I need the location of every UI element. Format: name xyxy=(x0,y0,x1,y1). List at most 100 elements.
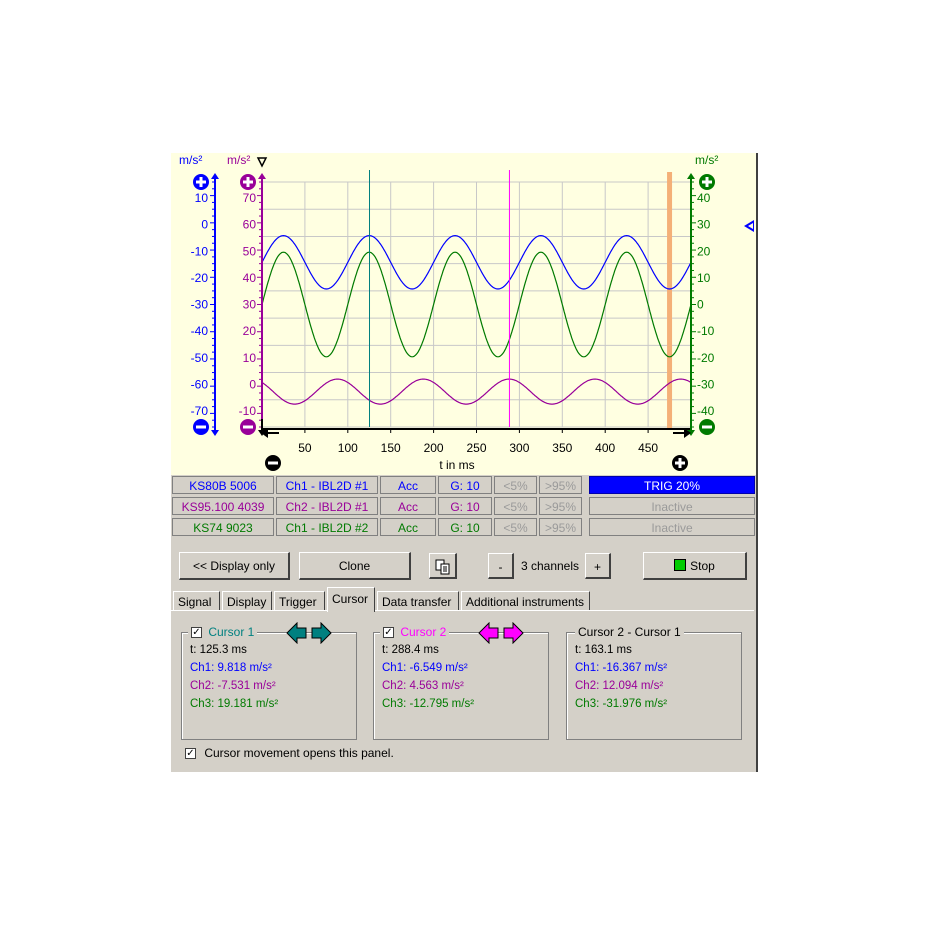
channels-minus-button[interactable]: - xyxy=(488,553,514,579)
y-tick-label: 30 xyxy=(697,218,711,232)
tab-data-transfer[interactable]: Data transfer xyxy=(377,591,459,611)
channel-high-cell[interactable]: >95% xyxy=(539,518,582,536)
channel-gain-cell[interactable]: G: 10 xyxy=(438,476,492,494)
x-tick-label: 350 xyxy=(552,441,572,455)
copy-button[interactable] xyxy=(429,553,457,579)
unit-label-left-inner: m/s² xyxy=(227,153,250,167)
y-tick-label: 10 xyxy=(243,351,257,365)
channel-status-cell[interactable]: TRIG 20% xyxy=(589,476,755,494)
cursor1-title: Cursor 1 xyxy=(208,625,255,639)
cursor2-ch3: Ch3: -12.795 m/s² xyxy=(382,698,475,710)
y-tick-label: 0 xyxy=(697,298,704,312)
y-tick-label: -40 xyxy=(697,404,715,418)
cursor2-move-left-icon[interactable] xyxy=(478,622,500,644)
display-only-button[interactable]: << Display only xyxy=(179,552,290,580)
channels-plus-button[interactable]: + xyxy=(585,553,611,579)
y-tick-label: -20 xyxy=(697,351,715,365)
y-tick-label: -70 xyxy=(191,404,209,418)
channel-status-cell[interactable]: Inactive xyxy=(589,518,755,536)
cursor2-ch2: Ch2: 4.563 m/s² xyxy=(382,680,464,692)
channel-mode-cell[interactable]: Acc xyxy=(380,518,436,536)
trigger-marker-icon[interactable] xyxy=(256,157,268,168)
channel-sensor-cell[interactable]: KS74 9023 xyxy=(172,518,274,536)
channel-input-cell[interactable]: Ch1 - IBL2D #1 xyxy=(276,476,378,494)
y-tick-label: -40 xyxy=(191,324,209,338)
zoom-out-icon[interactable] xyxy=(265,455,281,471)
channel-input-cell[interactable]: Ch1 - IBL2D #2 xyxy=(276,518,378,536)
x-axis-label: t in ms xyxy=(439,458,474,472)
cursor2-checkbox[interactable]: ✓ xyxy=(383,627,394,639)
zoom-in-icon[interactable] xyxy=(672,455,688,471)
channel-low-cell[interactable]: <5% xyxy=(494,518,537,536)
zoom-in-icon[interactable] xyxy=(699,174,715,190)
y-tick-label: -50 xyxy=(191,351,209,365)
stop-button-label: Stop xyxy=(690,559,715,573)
x-tick-label: 250 xyxy=(466,441,486,455)
channel-input-cell[interactable]: Ch2 - IBL2D #1 xyxy=(276,497,378,515)
clone-button[interactable]: Clone xyxy=(299,552,411,580)
channel-mode-cell[interactable]: Acc xyxy=(380,497,436,515)
cursor1-move-right-icon[interactable] xyxy=(310,622,332,644)
channel-row[interactable]: KS95.100 4039 Ch2 - IBL2D #1 Acc G: 10 <5% >9… xyxy=(171,497,756,515)
tab-additional-instruments[interactable]: Additional instruments xyxy=(461,591,590,611)
cursor1-ch1: Ch1: 9.818 m/s² xyxy=(190,662,272,674)
cursor1-ch3: Ch3: 19.181 m/s² xyxy=(190,698,279,710)
cursor1-time: t: 125.3 ms xyxy=(190,644,247,656)
channel-status-cell[interactable]: Inactive xyxy=(589,497,755,515)
cursor-diff-time: t: 163.1 ms xyxy=(575,644,632,656)
y-tick-label: 20 xyxy=(243,324,257,338)
y-tick-label: -60 xyxy=(191,377,209,391)
channel-gain-cell[interactable]: G: 10 xyxy=(438,497,492,515)
trigger-band xyxy=(667,172,673,429)
cursor2-group: ✓ Cursor 2 t: 288.4 ms Ch1: -6.549 m/s² … xyxy=(373,622,549,740)
trigger-position-band[interactable] xyxy=(667,172,673,429)
trigger-level-icon[interactable] xyxy=(744,220,754,232)
y-tick-label: -10 xyxy=(239,404,257,418)
stop-button[interactable]: Stop xyxy=(643,552,747,580)
cursor1-group: ✓ Cursor 1 t: 125.3 ms Ch1: 9.818 m/s² C… xyxy=(181,622,357,740)
cursor2-ch1: Ch1: -6.549 m/s² xyxy=(382,662,468,674)
channel-gain-cell[interactable]: G: 10 xyxy=(438,518,492,536)
scope-plot-area[interactable]: 10 0 -10 -20 -30 -40 -50 -60 -70 70 60 50 40 30 20 10 0-… xyxy=(171,153,756,475)
tab-trigger[interactable]: Trigger xyxy=(274,591,325,611)
cursor-diff-ch2: Ch2: 12.094 m/s² xyxy=(575,680,664,692)
y-tick-label: 10 xyxy=(697,271,711,285)
cursor1-move-left-icon[interactable] xyxy=(286,622,308,644)
zoom-in-icon[interactable] xyxy=(193,174,209,190)
cursor2-move-right-icon[interactable] xyxy=(502,622,524,644)
zoom-out-icon[interactable] xyxy=(240,419,256,435)
zoom-out-icon[interactable] xyxy=(699,419,715,435)
cursor-diff-ch1: Ch1: -16.367 m/s² xyxy=(575,662,668,674)
channel-sensor-cell[interactable]: KS95.100 4039 xyxy=(172,497,274,515)
zoom-out-icon[interactable] xyxy=(193,419,209,435)
window-border xyxy=(756,153,758,772)
cursor1-checkbox[interactable]: ✓ xyxy=(191,627,202,639)
tab-signal[interactable]: Signal xyxy=(173,591,220,611)
channel-high-cell[interactable]: >95% xyxy=(539,476,582,494)
y-tick-label: 40 xyxy=(243,271,257,285)
stop-icon xyxy=(674,559,687,571)
zoom-in-icon[interactable] xyxy=(240,174,256,190)
cursor-diff-group: Cursor 2 - Cursor 1 t: 163.1 ms Ch1: -16… xyxy=(566,625,742,740)
channel-high-cell[interactable]: >95% xyxy=(539,497,582,515)
cursor1-header: ✓ Cursor 1 xyxy=(188,625,258,639)
cursor2-header: ✓ Cursor 2 xyxy=(380,625,450,639)
y-tick-label: 70 xyxy=(243,191,257,205)
x-tick-label: 200 xyxy=(424,441,444,455)
cursor-diff-ch3: Ch3: -31.976 m/s² xyxy=(575,698,668,710)
y-tick-label: 10 xyxy=(195,191,209,205)
copy-icon xyxy=(435,559,449,575)
tab-display[interactable]: Display xyxy=(222,591,272,611)
tab-cursor[interactable]: Cursor xyxy=(327,587,375,612)
channel-low-cell[interactable]: <5% xyxy=(494,497,537,515)
waveform-chart[interactable]: 100-10-20-30-40-50-60-70706050403020100-… xyxy=(171,153,756,475)
channel-sensor-cell[interactable]: KS80B 5006 xyxy=(172,476,274,494)
y-tick-label: -10 xyxy=(697,324,715,338)
cursor-movement-checkbox[interactable]: ✓ xyxy=(185,748,196,760)
y-tick-label: 20 xyxy=(697,244,711,258)
channel-low-cell[interactable]: <5% xyxy=(494,476,537,494)
channel-row[interactable]: KS80B 5006 Ch1 - IBL2D #1 Acc G: 10 <5% >95% T… xyxy=(171,476,756,494)
channel-mode-cell[interactable]: Acc xyxy=(380,476,436,494)
channel-row[interactable]: KS74 9023 Ch1 - IBL2D #2 Acc G: 10 <5% >95% In… xyxy=(171,518,756,536)
unit-label-right: m/s² xyxy=(695,153,718,167)
